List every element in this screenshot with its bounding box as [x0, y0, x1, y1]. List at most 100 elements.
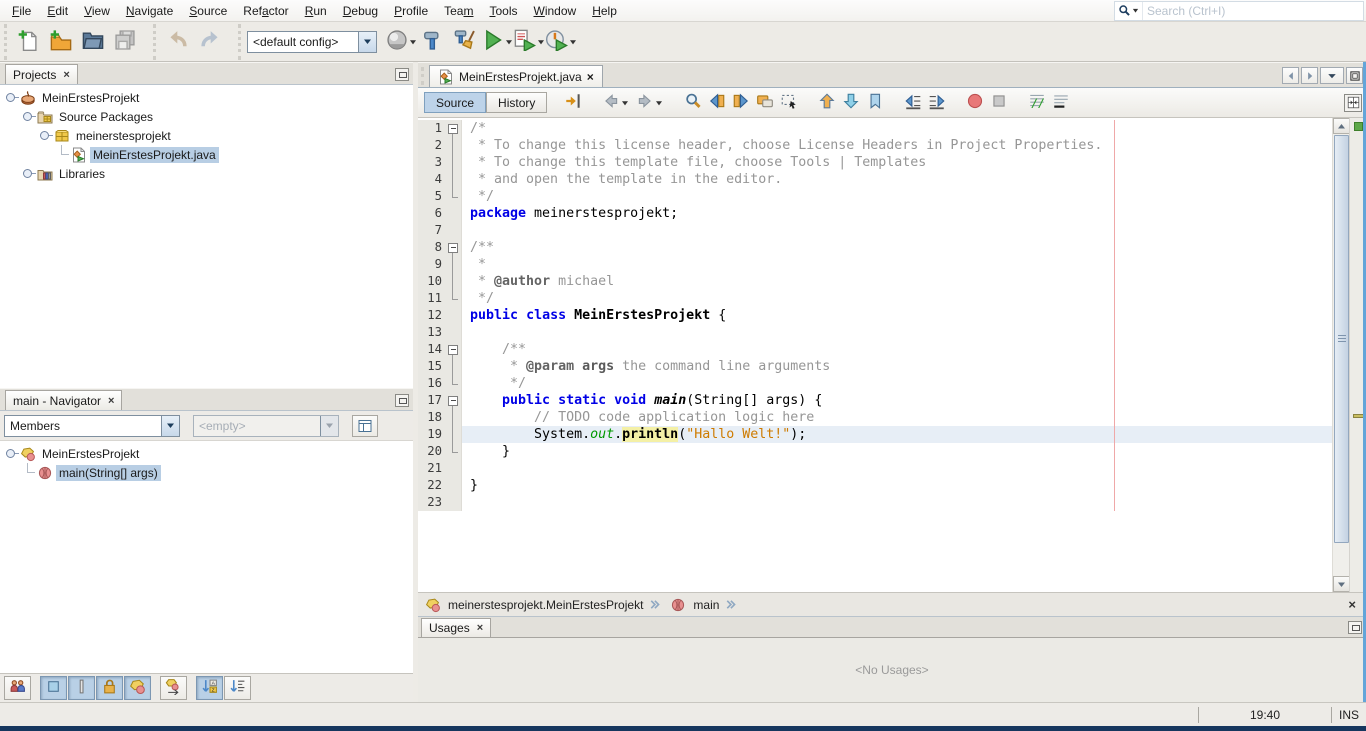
config-combobox[interactable]: <default config> — [247, 31, 377, 53]
build-project-button[interactable] — [418, 27, 448, 57]
menu-profile[interactable]: Profile — [386, 2, 436, 20]
menu-team[interactable]: Team — [436, 2, 481, 20]
menu-navigate[interactable]: Navigate — [118, 2, 181, 20]
breadcrumb-chevron-icon[interactable] — [648, 598, 664, 612]
tab-usages[interactable]: Usages × — [421, 618, 491, 637]
tree-expand-handle-icon[interactable] — [38, 126, 53, 145]
find-selection-button[interactable] — [681, 91, 705, 115]
tree-item-meinerstesprojekt[interactable]: MeinErstesProjekt — [0, 444, 413, 463]
navigator-view-button[interactable] — [352, 415, 378, 437]
next-bookmark-button[interactable] — [839, 91, 863, 115]
tree-item-main-string-args[interactable]: main(String[] args) — [0, 463, 413, 482]
search-input[interactable] — [1143, 3, 1363, 19]
deploy-button[interactable] — [386, 27, 416, 57]
breadcrumb-item-main[interactable]: main — [669, 597, 719, 613]
last-edit-location-button[interactable] — [561, 91, 585, 115]
toggle-rectangular-selection-button[interactable] — [777, 91, 801, 115]
projects-close-icon[interactable]: × — [63, 70, 69, 80]
menu-view[interactable]: View — [76, 2, 118, 20]
show-static-members-button[interactable] — [68, 676, 95, 700]
code-editor[interactable]: 1/*2 * To change this license header, ch… — [418, 118, 1332, 592]
sort-alphabetically-button[interactable]: AZ — [196, 676, 223, 700]
scroll-tabs-right-button[interactable] — [1301, 67, 1318, 84]
editor-tab-close-icon[interactable]: × — [587, 70, 594, 84]
menu-refactor[interactable]: Refactor — [235, 2, 296, 20]
show-inner-classes-button[interactable] — [124, 676, 151, 700]
tree-expand-handle-icon[interactable] — [4, 444, 19, 463]
dropdown-arrow-icon[interactable] — [537, 38, 545, 46]
next-occurrence-button[interactable] — [729, 91, 753, 115]
dropdown-arrow-icon[interactable] — [655, 99, 664, 107]
stop-macro-recording-button[interactable] — [987, 91, 1011, 115]
tree-item-source-packages[interactable]: Source Packages — [0, 107, 413, 126]
scroll-down-button[interactable] — [1333, 576, 1350, 592]
dropdown-arrow-icon[interactable] — [569, 38, 577, 46]
comment-button[interactable]: // — [1025, 91, 1049, 115]
editor-vertical-scrollbar[interactable] — [1332, 118, 1349, 592]
code-fold-icon[interactable] — [446, 341, 462, 358]
back-button[interactable] — [599, 91, 633, 115]
tree-item-meinerstesprojekt[interactable]: MeinErstesProjekt — [0, 88, 413, 107]
members-combobox[interactable]: Members — [4, 415, 180, 437]
usages-close-icon[interactable]: × — [477, 623, 483, 633]
tree-expand-handle-icon[interactable] — [21, 164, 36, 183]
new-project-button[interactable] — [46, 27, 76, 57]
tab-projects[interactable]: Projects × — [5, 64, 78, 84]
split-document-button[interactable] — [1344, 94, 1362, 112]
maximize-window-button[interactable] — [1346, 67, 1363, 84]
breadcrumb-close-icon[interactable]: × — [1344, 597, 1360, 612]
scroll-up-button[interactable] — [1333, 118, 1350, 134]
undo-button[interactable] — [163, 27, 193, 57]
breadcrumb-item-meinerstesprojekt[interactable]: meinerstesprojekt.MeinErstesProjekt — [424, 597, 643, 613]
tab-meinerstesprojekt-java[interactable]: MeinErstesProjekt.java × — [429, 65, 603, 87]
tree-item-meinerstesprojekt[interactable]: meinerstesprojekt — [0, 126, 413, 145]
show-fields-button[interactable] — [40, 676, 67, 700]
menu-help[interactable]: Help — [584, 2, 625, 20]
sort-by-source-button[interactable] — [224, 676, 251, 700]
open-project-button[interactable] — [78, 27, 108, 57]
tab-list-dropdown-button[interactable] — [1320, 67, 1344, 84]
tree-expand-handle-icon[interactable] — [21, 107, 36, 126]
new-file-button[interactable] — [14, 27, 44, 57]
fully-qualified-names-button[interactable] — [160, 676, 187, 700]
quick-search[interactable] — [1114, 1, 1364, 21]
search-icon[interactable] — [1115, 2, 1143, 20]
menu-window[interactable]: Window — [526, 2, 585, 20]
menu-debug[interactable]: Debug — [335, 2, 386, 20]
usages-minimize-button[interactable] — [1348, 621, 1362, 634]
projects-minimize-button[interactable] — [395, 68, 409, 81]
dropdown-arrow-icon[interactable] — [409, 38, 417, 46]
menu-tools[interactable]: Tools — [481, 2, 525, 20]
redo-button[interactable] — [195, 27, 225, 57]
save-all-button[interactable] — [110, 27, 140, 57]
code-fold-icon[interactable] — [446, 120, 462, 137]
tree-item-libraries[interactable]: Libraries — [0, 164, 413, 183]
uncomment-button[interactable] — [1049, 91, 1073, 115]
menu-file[interactable]: File — [4, 2, 39, 20]
scroll-tabs-left-button[interactable] — [1282, 67, 1299, 84]
toggle-bookmark-button[interactable] — [863, 91, 887, 115]
config-combobox-arrow-icon[interactable] — [358, 32, 376, 52]
dropdown-arrow-icon[interactable] — [505, 38, 513, 46]
tree-expand-handle-icon[interactable] — [4, 88, 19, 107]
tree-item-meinerstesprojekt-java[interactable]: MeinErstesProjekt.java — [0, 145, 413, 164]
menu-run[interactable]: Run — [297, 2, 335, 20]
previous-occurrence-button[interactable] — [705, 91, 729, 115]
menu-source[interactable]: Source — [181, 2, 235, 20]
clean-and-build-project-button[interactable] — [450, 27, 480, 57]
history-view-button[interactable]: History — [486, 92, 547, 113]
code-fold-icon[interactable] — [446, 239, 462, 256]
shift-line-right-button[interactable] — [925, 91, 949, 115]
members-combobox-arrow-icon[interactable] — [161, 416, 179, 436]
start-macro-recording-button[interactable] — [963, 91, 987, 115]
scrollbar-thumb[interactable] — [1334, 135, 1349, 543]
run-project-button[interactable] — [482, 27, 512, 57]
previous-bookmark-button[interactable] — [815, 91, 839, 115]
dropdown-arrow-icon[interactable] — [621, 99, 630, 107]
search-dropdown-icon[interactable] — [1132, 4, 1139, 17]
profile-project-button[interactable] — [546, 27, 576, 57]
code-fold-icon[interactable] — [446, 392, 462, 409]
shift-line-left-button[interactable] — [901, 91, 925, 115]
menu-edit[interactable]: Edit — [39, 2, 76, 20]
navigator-close-icon[interactable]: × — [108, 396, 114, 406]
